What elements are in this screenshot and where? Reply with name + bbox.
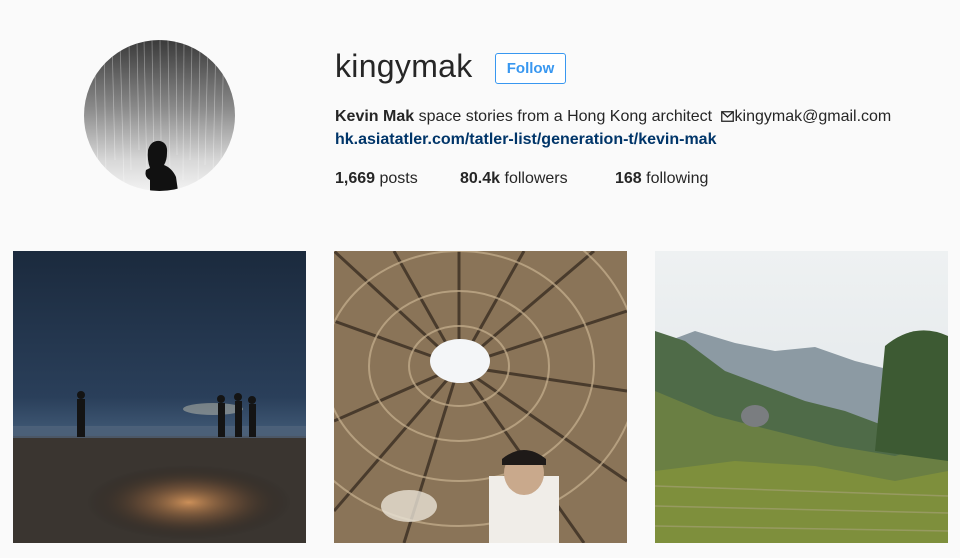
post-thumbnail-bamboo-pavilion[interactable] — [334, 251, 627, 543]
bio-email: kingymak@gmail.com — [734, 108, 892, 125]
following-stat[interactable]: 168 following — [615, 168, 708, 190]
profile-bio: Kevin Mak space stories from a Hong Kong… — [335, 106, 891, 129]
profile-avatar[interactable] — [84, 40, 235, 191]
following-count: 168 — [615, 170, 642, 187]
profile-full-name: Kevin Mak — [335, 108, 415, 125]
envelope-icon — [720, 107, 734, 129]
posts-count: 1,669 — [335, 170, 376, 187]
follow-button[interactable]: Follow — [495, 53, 566, 84]
post-thumbnail-mountain-terraces[interactable] — [655, 251, 948, 543]
followers-stat[interactable]: 80.4k followers — [460, 168, 568, 190]
profile-username: kingymak — [335, 48, 473, 84]
posts-label: posts — [375, 170, 418, 187]
following-label: following — [641, 170, 709, 187]
followers-count: 80.4k — [460, 170, 501, 187]
posts-stat: 1,669 posts — [335, 168, 418, 190]
bio-text: space stories from a Hong Kong architect — [414, 108, 717, 125]
followers-label: followers — [500, 170, 568, 187]
profile-website-link[interactable]: hk.asiatatler.com/tatler-list/generation… — [335, 129, 716, 151]
post-thumbnail-beach-night[interactable] — [13, 251, 306, 543]
